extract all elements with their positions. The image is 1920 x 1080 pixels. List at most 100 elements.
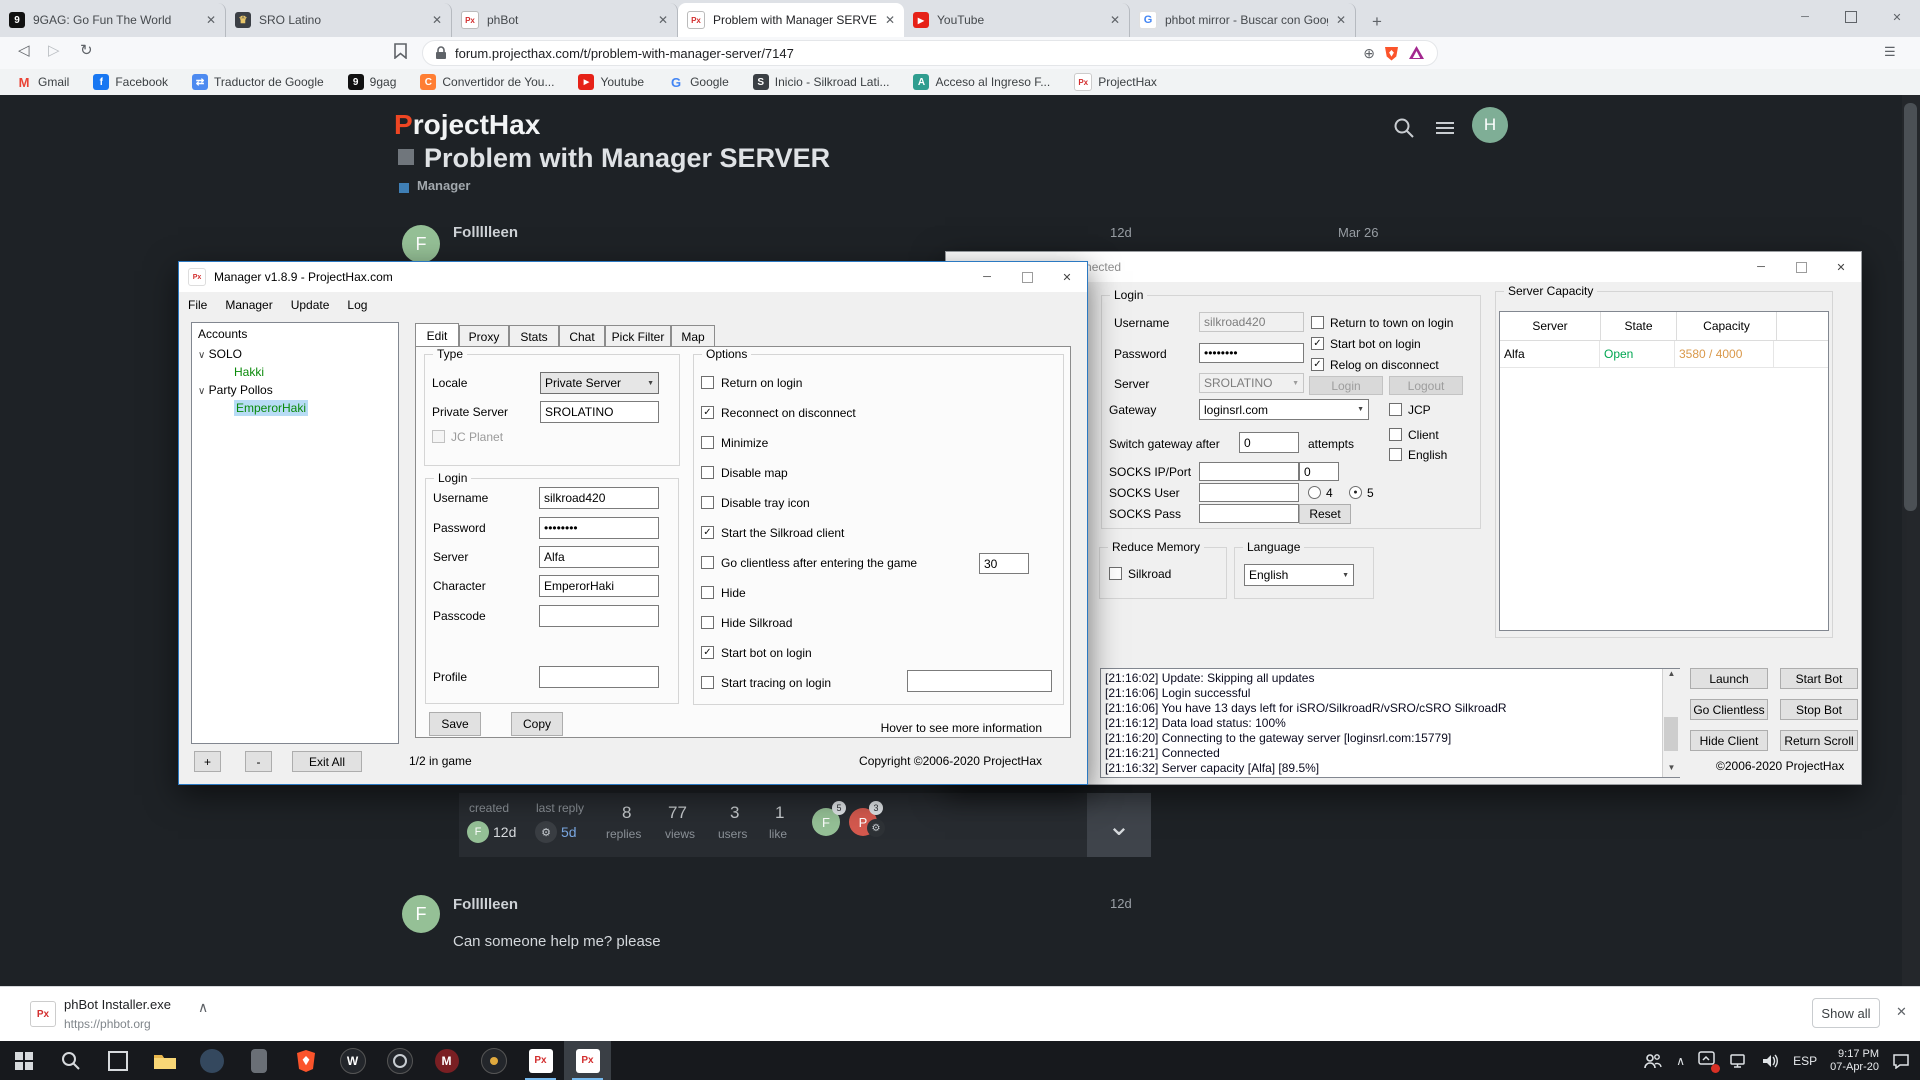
bookmark-icon[interactable]	[394, 43, 407, 63]
language-dropdown[interactable]: English	[1244, 564, 1354, 586]
add-account-button[interactable]: +	[194, 751, 221, 772]
bookmark-9gag[interactable]: 99gag	[348, 74, 397, 90]
taskbar-app-w-icon[interactable]: W	[329, 1041, 376, 1080]
page-scrollbar-thumb[interactable]	[1904, 103, 1917, 511]
manager-titlebar[interactable]: Px Manager v1.8.9 - ProjectHax.com ─ ✕	[179, 262, 1087, 292]
hide-silkroad-checkbox[interactable]	[701, 616, 714, 629]
return-scroll-button[interactable]: Return Scroll	[1780, 730, 1858, 751]
col-header-capacity[interactable]: Capacity	[1677, 312, 1777, 340]
col-header-server[interactable]: Server	[1500, 312, 1601, 340]
expander-icon[interactable]	[198, 347, 205, 361]
socks-port-field[interactable]: 0	[1299, 462, 1339, 481]
socks5-radio[interactable]: ●	[1349, 486, 1362, 499]
last-reply-value[interactable]: 5d	[561, 824, 577, 840]
taskbar-app-dark-icon[interactable]	[376, 1041, 423, 1080]
start-silkroad-client-checkbox[interactable]: ✓	[701, 526, 714, 539]
post-author[interactable]: Follllleen	[453, 896, 518, 913]
last-reply-avatar-gear-icon[interactable]: ⚙	[535, 821, 557, 843]
post-avatar[interactable]: F	[402, 895, 440, 933]
bookmark-silkroad[interactable]: SInicio - Silkroad Lati...	[753, 74, 890, 90]
tab-youtube[interactable]: ▶ YouTube ✕	[904, 3, 1130, 37]
bookmark-google[interactable]: GGoogle	[668, 74, 729, 90]
hide-client-button[interactable]: Hide Client	[1690, 730, 1768, 751]
start-bot-on-login-checkbox[interactable]: ✓	[1311, 337, 1324, 350]
exit-all-button[interactable]: Exit All	[292, 751, 362, 772]
phbot-username-field[interactable]: silkroad420	[1199, 312, 1304, 332]
tray-expand-icon[interactable]: ∧	[1676, 1054, 1685, 1068]
brave-shield-icon[interactable]	[1383, 44, 1400, 62]
tab-sro-latino[interactable]: ♛ SRO Latino ✕	[226, 3, 452, 37]
manager-window[interactable]: Px Manager v1.8.9 - ProjectHax.com ─ ✕ F…	[178, 261, 1088, 785]
download-filename[interactable]: phBot Installer.exe	[64, 997, 171, 1012]
server-row[interactable]: Alfa Open 3580 / 4000	[1500, 341, 1828, 368]
reload-icon[interactable]: ↻	[80, 41, 93, 59]
reduce-silkroad-checkbox[interactable]	[1109, 567, 1122, 580]
reset-button[interactable]: Reset	[1299, 504, 1351, 524]
minimize-checkbox[interactable]	[701, 436, 714, 449]
tab-close-icon[interactable]: ✕	[885, 13, 895, 27]
launch-button[interactable]: Launch	[1690, 668, 1768, 689]
new-tab-button[interactable]: +	[1362, 7, 1392, 37]
english-checkbox[interactable]	[1389, 448, 1402, 461]
back-icon[interactable]: ◁	[18, 41, 30, 59]
clock[interactable]: 9:17 PM 07-Apr-20	[1830, 1048, 1879, 1074]
disable-tray-icon-checkbox[interactable]	[701, 496, 714, 509]
task-view-icon[interactable]	[94, 1041, 141, 1080]
bat-rewards-icon[interactable]	[1408, 45, 1425, 61]
login-button[interactable]: Login	[1309, 376, 1383, 395]
tab-close-icon[interactable]: ✕	[1336, 13, 1346, 27]
tab-close-icon[interactable]: ✕	[1110, 13, 1120, 27]
stop-bot-button[interactable]: Stop Bot	[1780, 699, 1858, 720]
taskbar-manager-icon[interactable]: Px	[564, 1041, 611, 1080]
taskbar-app-m-icon[interactable]: M	[423, 1041, 470, 1080]
tab-phbot[interactable]: Px phBot ✕	[452, 3, 678, 37]
phbot-maximize-button[interactable]	[1781, 252, 1821, 282]
tab-google-search[interactable]: G phbot mirror - Buscar con Google ✕	[1130, 3, 1356, 37]
profile-field[interactable]	[539, 666, 659, 688]
log-scrollbar[interactable]: ▲ ▼	[1662, 669, 1680, 777]
menu-update[interactable]: Update	[282, 298, 339, 312]
remove-account-button[interactable]: -	[245, 751, 272, 772]
manager-minimize-button[interactable]: ─	[967, 262, 1007, 292]
tracing-field[interactable]	[907, 670, 1052, 692]
hide-checkbox[interactable]	[701, 586, 714, 599]
log-scrollbar-thumb[interactable]	[1664, 717, 1678, 751]
private-server-field[interactable]: SROLATINO	[540, 401, 659, 423]
tray-app-badge-icon[interactable]	[1698, 1050, 1716, 1071]
manager-server-field[interactable]: Alfa	[539, 546, 659, 568]
bookmark-gmail[interactable]: MGmail	[16, 74, 69, 90]
log-box[interactable]: [21:16:02] Update: Skipping all updates …	[1100, 668, 1680, 778]
menu-file[interactable]: File	[179, 298, 216, 312]
passcode-field[interactable]	[539, 605, 659, 627]
tab-pick-filter[interactable]: Pick Filter	[605, 325, 671, 347]
created-avatar[interactable]: F	[467, 821, 489, 843]
gateway-dropdown[interactable]: loginsrl.com	[1199, 399, 1369, 420]
bookmark-acceso[interactable]: AAcceso al Ingreso F...	[913, 74, 1050, 90]
brave-browser-icon[interactable]	[282, 1041, 329, 1080]
participant-gear-icon[interactable]: ⚙	[867, 819, 885, 837]
download-expand-icon[interactable]: ∧	[198, 999, 208, 1016]
browser-minimize-button[interactable]: ─	[1782, 0, 1828, 34]
hamburger-menu-icon[interactable]	[1436, 119, 1454, 137]
tab-edit[interactable]: Edit	[415, 323, 459, 347]
forward-icon[interactable]: ▷	[48, 41, 60, 59]
return-to-town-checkbox[interactable]	[1311, 316, 1324, 329]
manager-username-field[interactable]: silkroad420	[539, 487, 659, 509]
socks-ip-field[interactable]	[1199, 462, 1299, 481]
file-explorer-icon[interactable]	[141, 1041, 188, 1080]
locale-dropdown[interactable]: Private Server	[540, 372, 659, 394]
search-icon[interactable]	[1393, 117, 1415, 144]
relog-on-disconnect-checkbox[interactable]: ✓	[1311, 358, 1324, 371]
taskbar-app-dot-icon[interactable]	[470, 1041, 517, 1080]
start-button[interactable]	[0, 1041, 47, 1080]
scroll-down-icon[interactable]: ▼	[1663, 763, 1680, 777]
bookmark-converter[interactable]: CConvertidor de You...	[420, 74, 554, 90]
go-clientless-button[interactable]: Go Clientless	[1690, 699, 1768, 720]
socks-user-field[interactable]	[1199, 483, 1299, 502]
accounts-tree[interactable]: Accounts SOLO Hakki Party Pollos Emperor…	[191, 322, 399, 744]
language-indicator[interactable]: ESP	[1793, 1054, 1817, 1068]
menu-log[interactable]: Log	[338, 298, 376, 312]
clientless-delay-field[interactable]: 30	[979, 553, 1029, 574]
return-on-login-checkbox[interactable]	[701, 376, 714, 389]
start-bot-button[interactable]: Start Bot	[1780, 668, 1858, 689]
